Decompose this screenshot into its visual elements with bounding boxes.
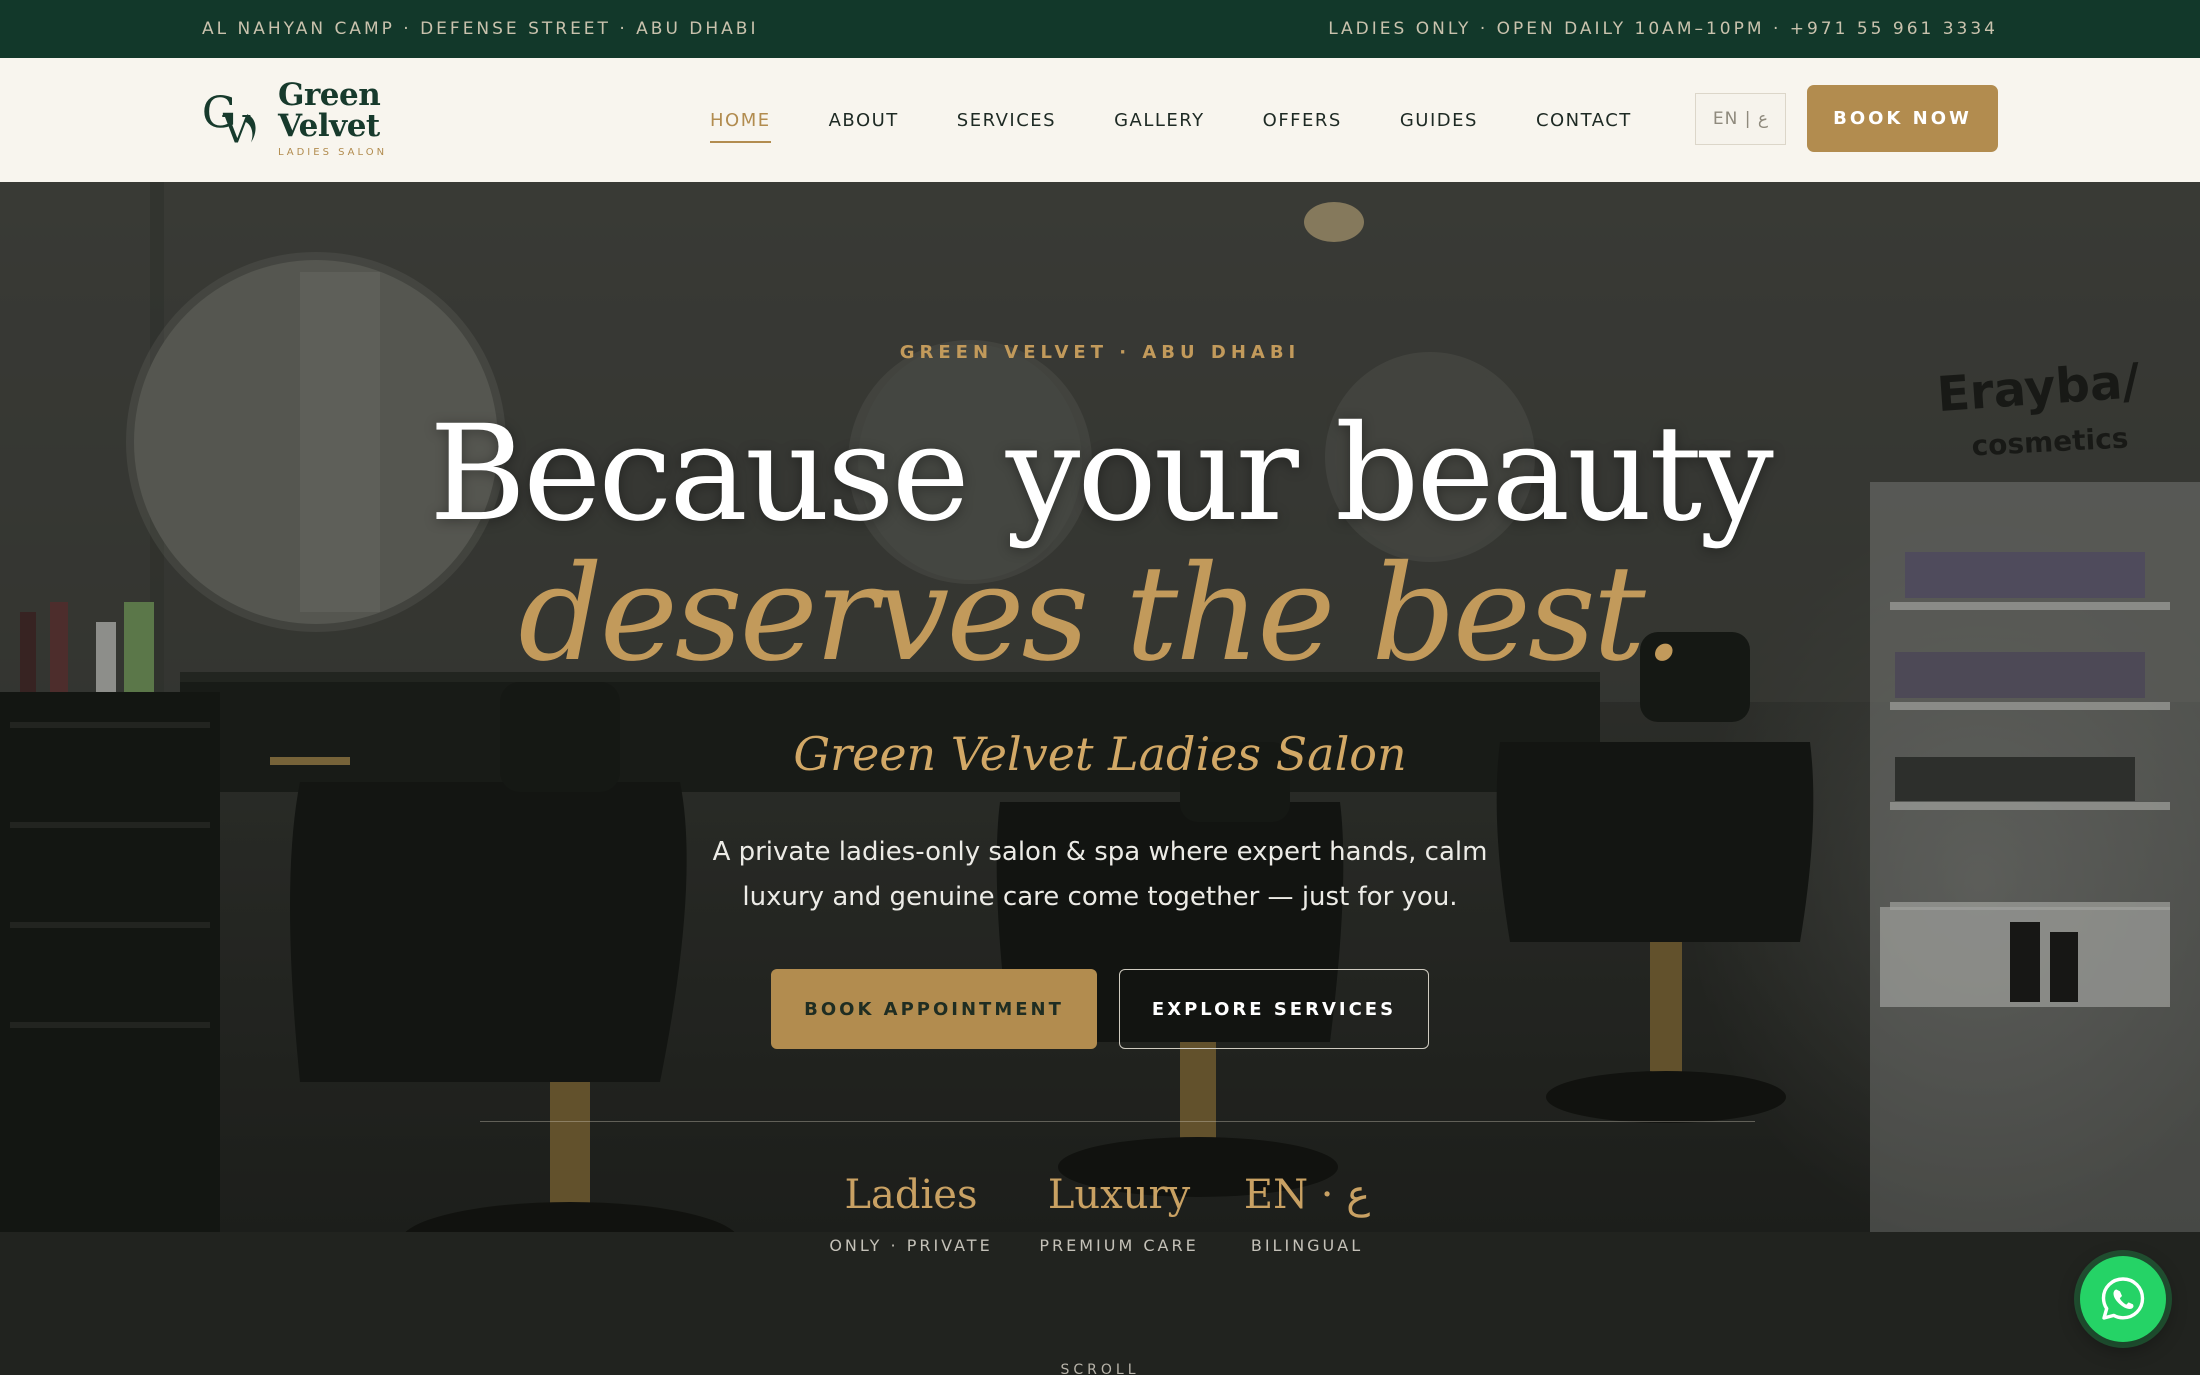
address-text: AL NAHYAN CAMP · DEFENSE STREET · ABU DH… bbox=[202, 19, 759, 39]
hero-subtitle: Green Velvet Ladies Salon bbox=[793, 727, 1407, 781]
gv-monogram-icon: G V bbox=[202, 88, 256, 152]
stat-label: BILINGUAL bbox=[1250, 1236, 1364, 1255]
hero-divider bbox=[480, 1121, 1755, 1122]
whatsapp-button[interactable] bbox=[2080, 1256, 2166, 1342]
hero-description: A private ladies-only salon & spa where … bbox=[700, 830, 1500, 920]
hero-description-line-1: A private ladies-only salon & spa where … bbox=[712, 837, 1488, 867]
whatsapp-icon bbox=[2101, 1277, 2145, 1320]
nav-guides[interactable]: GUIDES bbox=[1388, 104, 1490, 137]
language-toggle[interactable]: EN | ع bbox=[1695, 93, 1786, 145]
nav-services[interactable]: SERVICES bbox=[945, 104, 1068, 137]
hero-section: Erayba/ cosmetics GREEN VELVET · ABU DHA… bbox=[0, 182, 2200, 1375]
hero-headline-accent: deserves the best. bbox=[518, 537, 1684, 691]
nav-gallery[interactable]: GALLERY bbox=[1102, 104, 1217, 137]
logo-name: Green Velvet bbox=[277, 77, 381, 144]
hero-description-line-2: luxury and genuine care come together — … bbox=[742, 882, 1458, 912]
logo-subtitle: LADIES SALON bbox=[277, 147, 388, 158]
nav-home[interactable]: HOME bbox=[698, 104, 783, 143]
explore-services-button[interactable]: EXPLORE SERVICES bbox=[1119, 969, 1429, 1049]
book-now-button[interactable]: BOOK NOW bbox=[1807, 85, 1998, 152]
stat-value: EN · ع bbox=[1243, 1172, 1371, 1218]
hero-eyebrow: GREEN VELVET · ABU DHABI bbox=[899, 342, 1301, 363]
hero-headline: Because your beauty bbox=[429, 397, 1774, 551]
stat-bilingual: EN · ع BILINGUAL bbox=[1177, 1172, 1437, 1255]
hours-phone-text[interactable]: LADIES ONLY · OPEN DAILY 10AM–10PM · +97… bbox=[1328, 19, 1998, 39]
main-nav: HOME ABOUT SERVICES GALLERY OFFERS GUIDE… bbox=[698, 58, 1644, 182]
nav-offers[interactable]: OFFERS bbox=[1251, 104, 1354, 137]
nav-about[interactable]: ABOUT bbox=[817, 104, 911, 137]
logo[interactable]: G V Green Velvet LADIES SALON bbox=[200, 80, 480, 159]
svg-text:V: V bbox=[222, 108, 251, 152]
top-info-bar: AL NAHYAN CAMP · DEFENSE STREET · ABU DH… bbox=[0, 0, 2200, 58]
site-header: G V Green Velvet LADIES SALON HOME ABOUT… bbox=[0, 58, 2200, 182]
book-appointment-button[interactable]: BOOK APPOINTMENT bbox=[771, 969, 1097, 1049]
nav-contact[interactable]: CONTACT bbox=[1524, 104, 1644, 137]
scroll-hint[interactable]: SCROLL bbox=[0, 1362, 2200, 1375]
